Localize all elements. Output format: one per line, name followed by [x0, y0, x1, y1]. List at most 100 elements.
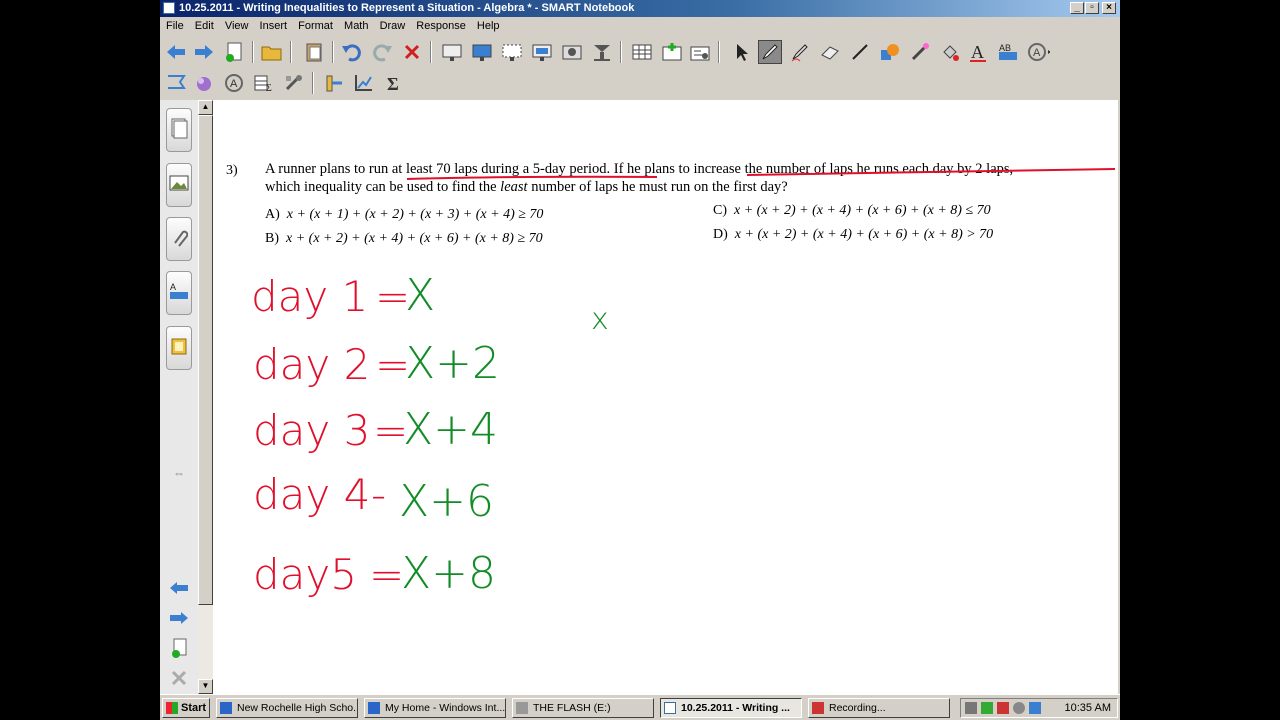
underline-stroke-1 — [406, 175, 658, 180]
screen-shade-icon[interactable] — [440, 40, 464, 64]
toolbar-separator — [290, 41, 292, 63]
side-tabs-panel: A ⇔ — [160, 100, 199, 694]
table-icon[interactable] — [630, 40, 654, 64]
scroll-thumb[interactable] — [198, 115, 213, 605]
eraser-icon[interactable] — [818, 40, 842, 64]
tray-icon[interactable] — [1029, 702, 1041, 714]
handwritten-stray-x: x — [591, 302, 609, 337]
graph-icon[interactable] — [352, 71, 376, 95]
line-icon[interactable] — [848, 40, 872, 64]
delete-page-icon[interactable] — [167, 667, 191, 689]
option-b[interactable]: B) x + (x + 2) + (x + 4) + (x + 6) + (x … — [265, 231, 543, 247]
tray-icon[interactable] — [965, 702, 977, 714]
delete-icon[interactable] — [400, 40, 424, 64]
handwritten-day-1: day 1 — [251, 272, 369, 321]
tray-icon[interactable] — [981, 702, 993, 714]
magic-pen-icon[interactable] — [908, 40, 932, 64]
insert-response-icon[interactable] — [660, 40, 684, 64]
show-hide-icon[interactable] — [530, 40, 554, 64]
task-label: THE FLASH (E:) — [533, 702, 611, 714]
capture-icon[interactable] — [560, 40, 584, 64]
toolbar-separator — [718, 41, 720, 63]
option-letter: C) — [713, 203, 727, 218]
menu-edit[interactable]: Edit — [193, 20, 216, 32]
sigma-icon[interactable]: Σ — [382, 71, 406, 95]
page-sorter-tab[interactable] — [166, 108, 192, 152]
option-expression: x + (x + 2) + (x + 4) + (x + 6) + (x + 8… — [286, 231, 543, 246]
svg-text:A: A — [971, 42, 984, 62]
handwritten-expr-2: X+2 — [405, 338, 501, 389]
close-button[interactable]: × — [1102, 2, 1116, 14]
tray-icon[interactable] — [997, 702, 1009, 714]
creative-pen-icon[interactable] — [788, 40, 812, 64]
menu-response[interactable]: Response — [414, 20, 468, 32]
browser-icon — [368, 702, 380, 714]
app-icon — [163, 2, 175, 14]
attachments-tab[interactable] — [166, 217, 192, 261]
option-a[interactable]: A) x + (x + 1) + (x + 2) + (x + 3) + (x … — [265, 207, 543, 223]
minimize-button[interactable]: _ — [1070, 2, 1084, 14]
full-screen-icon[interactable] — [470, 40, 494, 64]
forward-arrow-icon[interactable] — [192, 40, 216, 64]
vertical-scrollbar[interactable]: ▲ ▼ — [198, 100, 213, 694]
menu-draw[interactable]: Draw — [378, 20, 408, 32]
menu-file[interactable]: File — [164, 20, 186, 32]
previous-page-icon[interactable] — [167, 577, 191, 599]
task-smart-notebook[interactable]: 10.25.2011 - Writing ... — [660, 698, 802, 718]
text-icon[interactable]: A — [966, 40, 990, 64]
activity-builder-icon[interactable] — [688, 40, 712, 64]
open-folder-icon[interactable] — [260, 40, 284, 64]
taskbar: Start New Rochelle High Scho... My Home … — [160, 694, 1120, 720]
scroll-down-arrow[interactable]: ▼ — [198, 679, 213, 694]
underline-stroke-2 — [746, 168, 1116, 176]
document-camera-icon[interactable] — [590, 40, 614, 64]
next-page-icon[interactable] — [167, 607, 191, 629]
lines-icon[interactable] — [164, 71, 188, 95]
back-arrow-icon[interactable] — [164, 40, 188, 64]
clock[interactable]: 10:35 AM — [1065, 699, 1111, 717]
select-icon[interactable] — [730, 40, 754, 64]
task-new-rochelle[interactable]: New Rochelle High Scho... — [216, 698, 358, 718]
tools-icon[interactable] — [282, 71, 306, 95]
menu-format[interactable]: Format — [296, 20, 335, 32]
option-letter: D) — [713, 227, 728, 242]
start-button[interactable]: Start — [162, 698, 210, 718]
option-expression: x + (x + 2) + (x + 4) + (x + 6) + (x + 8… — [734, 227, 994, 242]
toolbar-separator — [252, 41, 254, 63]
task-recording[interactable]: Recording... — [808, 698, 950, 718]
handwritten-day-5: day5 — [253, 550, 357, 599]
more-tools-icon[interactable]: A — [1026, 40, 1050, 64]
task-the-flash[interactable]: THE FLASH (E:) — [512, 698, 654, 718]
add-page-sidebar-icon[interactable] — [167, 637, 191, 659]
redo-icon[interactable] — [370, 40, 394, 64]
restore-button[interactable]: ▫ — [1085, 2, 1099, 14]
fill-icon[interactable] — [938, 40, 962, 64]
tray-icon[interactable] — [1013, 702, 1025, 714]
task-my-home[interactable]: My Home - Windows Int... — [364, 698, 506, 718]
option-c[interactable]: C) x + (x + 2) + (x + 4) + (x + 6) + (x … — [713, 203, 991, 219]
properties-icon[interactable]: AB — [996, 40, 1020, 64]
toolbar-separator — [430, 41, 432, 63]
measurement-icon[interactable] — [322, 71, 346, 95]
notebook-page[interactable]: 3) A runner plans to run at least 70 lap… — [213, 100, 1118, 694]
scroll-up-arrow[interactable]: ▲ — [198, 100, 213, 115]
menu-help[interactable]: Help — [475, 20, 502, 32]
resize-handle-icon[interactable]: ⇔ — [167, 462, 191, 484]
menu-view[interactable]: View — [223, 20, 251, 32]
addons-tab[interactable] — [166, 326, 192, 370]
pen-icon[interactable] — [758, 40, 782, 64]
font-icon[interactable]: A — [222, 71, 246, 95]
shapes-icon[interactable] — [878, 40, 902, 64]
option-d[interactable]: D) x + (x + 2) + (x + 4) + (x + 6) + (x … — [713, 227, 993, 243]
table-format-icon[interactable]: Σ — [252, 71, 276, 95]
transparent-background-icon[interactable] — [500, 40, 524, 64]
add-page-icon[interactable] — [222, 40, 246, 64]
svg-text:A: A — [230, 78, 238, 90]
paste-icon[interactable] — [302, 40, 326, 64]
undo-icon[interactable] — [340, 40, 364, 64]
menu-insert[interactable]: Insert — [258, 20, 290, 32]
fill-color-icon[interactable] — [192, 71, 216, 95]
properties-tab[interactable]: A — [166, 271, 192, 315]
menu-math[interactable]: Math — [342, 20, 370, 32]
gallery-tab[interactable] — [166, 163, 192, 207]
